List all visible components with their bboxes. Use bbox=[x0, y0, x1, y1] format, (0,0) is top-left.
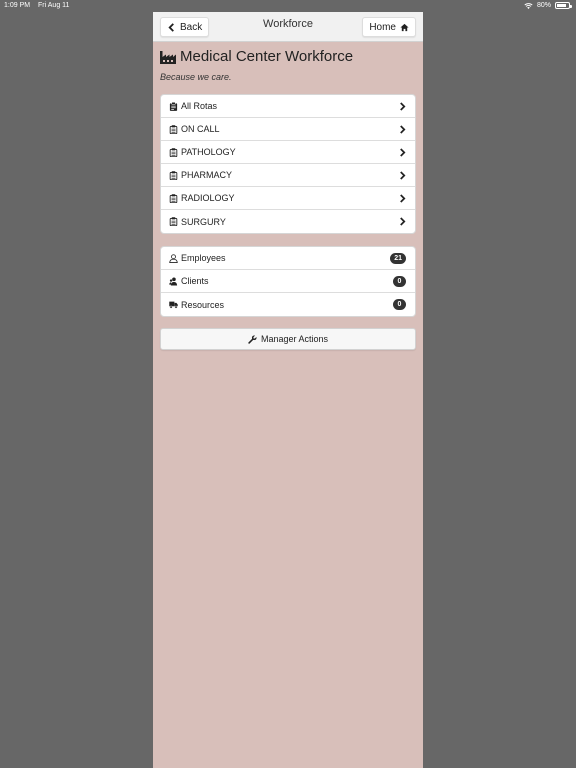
wifi-icon bbox=[524, 2, 533, 9]
rota-item-surgury[interactable]: SURGURY bbox=[161, 210, 415, 233]
chevron-right-icon bbox=[400, 148, 406, 157]
status-date: Fri Aug 11 bbox=[38, 2, 70, 9]
nav-header: Back Workforce Home bbox=[153, 12, 423, 42]
app-panel: Back Workforce Home Medical Center Workf… bbox=[153, 12, 423, 768]
battery-fill bbox=[557, 4, 566, 7]
employees-count-badge: 21 bbox=[390, 253, 406, 264]
rota-item-label: PHARMACY bbox=[181, 170, 233, 180]
tagline: Because we care. bbox=[160, 72, 232, 82]
resources-count-badge: 0 bbox=[393, 299, 406, 310]
rota-item-label: PATHOLOGY bbox=[181, 147, 236, 157]
clients-count-badge: 0 bbox=[393, 276, 406, 287]
user-icon bbox=[169, 253, 178, 263]
rota-item-label: ON CALL bbox=[181, 124, 220, 134]
rota-item-all-rotas[interactable]: All Rotas bbox=[161, 95, 415, 118]
resources-item[interactable]: Resources 0 bbox=[161, 293, 415, 316]
chevron-right-icon bbox=[400, 194, 406, 203]
manager-actions-label: Manager Actions bbox=[260, 334, 329, 344]
home-icon bbox=[400, 23, 409, 31]
industry-icon bbox=[160, 50, 176, 64]
users-icon bbox=[169, 277, 178, 286]
status-time: 1:09 PM bbox=[4, 2, 31, 9]
rota-item-on-call[interactable]: ON CALL bbox=[161, 118, 415, 141]
battery-icon bbox=[555, 2, 572, 9]
chevron-right-icon bbox=[400, 171, 406, 180]
clipboard-icon bbox=[169, 170, 178, 180]
clients-label: Clients bbox=[181, 276, 209, 286]
rota-item-label: RADIOLOGY bbox=[181, 193, 235, 203]
manager-actions-button[interactable]: Manager Actions bbox=[160, 328, 416, 350]
rota-list: All Rotas ON CALL PATHOLOGY PHARMACY RAD… bbox=[160, 94, 416, 234]
clipboard-icon bbox=[169, 147, 178, 157]
clipboard-filled-icon bbox=[169, 101, 178, 111]
home-button[interactable]: Home bbox=[362, 17, 416, 37]
counts-list: Employees 21 Clients 0 Resources 0 bbox=[160, 246, 416, 317]
rota-item-pharmacy[interactable]: PHARMACY bbox=[161, 164, 415, 187]
resources-label: Resources bbox=[181, 299, 225, 310]
clipboard-icon bbox=[169, 217, 178, 226]
employees-item[interactable]: Employees 21 bbox=[161, 247, 415, 270]
clients-item[interactable]: Clients 0 bbox=[161, 270, 415, 293]
wrench-icon bbox=[248, 334, 257, 344]
rota-item-label: All Rotas bbox=[181, 101, 218, 111]
rota-item-label: SURGURY bbox=[181, 216, 226, 227]
status-bar: 1:09 PM Fri Aug 11 80% bbox=[0, 0, 576, 12]
rota-item-pathology[interactable]: PATHOLOGY bbox=[161, 141, 415, 164]
chevron-right-icon bbox=[400, 102, 406, 111]
battery-percent: 80% bbox=[536, 2, 551, 9]
employees-label: Employees bbox=[181, 253, 226, 263]
truck-icon bbox=[169, 300, 178, 309]
rota-item-radiology[interactable]: RADIOLOGY bbox=[161, 187, 415, 210]
home-button-label: Home bbox=[369, 21, 396, 33]
clipboard-icon bbox=[169, 193, 178, 203]
clipboard-icon bbox=[169, 124, 178, 134]
page-title-text: Medical Center Workforce bbox=[180, 48, 354, 65]
chevron-right-icon bbox=[400, 217, 406, 226]
page-title: Medical Center Workforce bbox=[160, 48, 353, 65]
chevron-right-icon bbox=[400, 125, 406, 134]
